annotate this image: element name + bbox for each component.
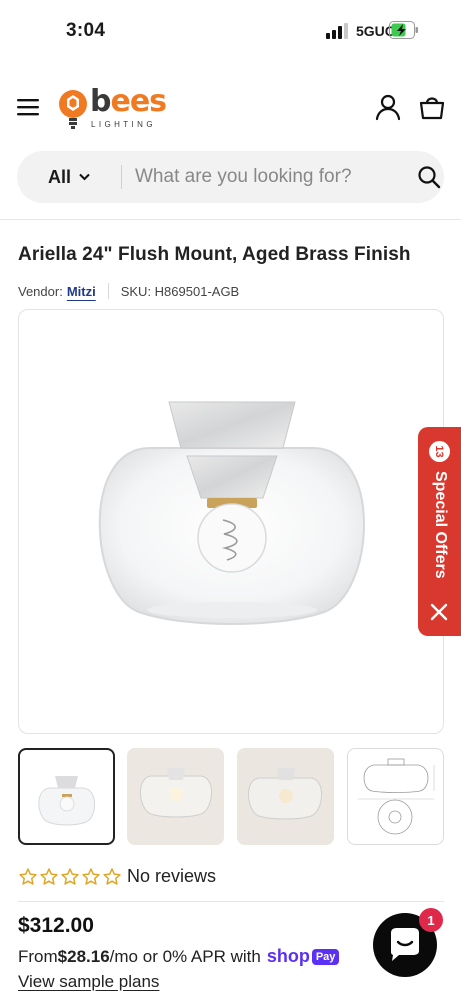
thumbnail-room-image — [127, 748, 224, 845]
installment-prefix: From — [18, 946, 58, 966]
signal-icon — [326, 23, 348, 39]
logo-wordmark: bees — [90, 84, 167, 119]
star-icon — [82, 867, 100, 885]
search-bar: All — [17, 151, 444, 203]
product-price: $312.00 — [18, 914, 94, 937]
offers-count-badge: 13 — [429, 441, 450, 462]
bag-icon[interactable] — [418, 93, 446, 121]
divider — [0, 219, 461, 220]
sku-text: SKU: H869501-AGB — [120, 283, 240, 299]
installment-amount: $28.16 — [57, 946, 110, 966]
star-icon — [40, 867, 58, 885]
thumbnail-3[interactable] — [237, 748, 334, 845]
divider — [18, 901, 444, 902]
chat-notification-badge: 1 — [419, 908, 443, 932]
offers-label: Special Offers — [432, 471, 449, 579]
installments-text: From $28.16 /mo or 0% APR with shop Pay — [18, 946, 340, 967]
view-sample-plans-link[interactable]: View sample plans — [18, 972, 159, 992]
thumbnail-lamp-image — [38, 776, 96, 826]
logo-tagline: LIGHTING — [91, 120, 156, 129]
meta-separator — [107, 283, 109, 299]
site-header: bees LIGHTING — [0, 78, 461, 138]
product-meta: Vendor: Mitzi SKU: H869501-AGB — [18, 283, 239, 299]
star-icon — [103, 867, 121, 885]
product-title: Ariella 24" Flush Mount, Aged Brass Fini… — [18, 244, 411, 265]
star-icon — [61, 867, 79, 885]
bees-lighting-logo[interactable]: bees LIGHTING — [56, 84, 167, 134]
shoppay-word: shop — [266, 946, 310, 966]
battery-icon — [389, 21, 418, 39]
thumbnail-dimension-drawing — [358, 758, 435, 835]
thumbnail-4[interactable] — [347, 748, 444, 845]
thumbnail-1[interactable] — [18, 748, 115, 845]
star-icon — [19, 867, 37, 885]
thumbnail-2[interactable] — [127, 748, 224, 845]
search-input[interactable] — [135, 151, 395, 203]
search-icon[interactable] — [417, 165, 441, 189]
vendor-label: Vendor: — [18, 283, 63, 299]
account-icon[interactable] — [374, 93, 402, 121]
search-category-label: All — [47, 166, 71, 187]
search-divider — [121, 165, 122, 189]
shoppay-pay-badge: Pay — [311, 948, 340, 965]
product-main-image[interactable] — [18, 309, 444, 734]
star-rating — [18, 867, 122, 887]
special-offers-tab[interactable]: 13 Special Offers — [418, 427, 461, 636]
reviews-text: No reviews — [127, 866, 217, 886]
menu-icon[interactable] — [16, 95, 42, 119]
pendant-lamp-image — [98, 401, 365, 625]
vendor-link[interactable]: Mitzi — [67, 284, 96, 299]
status-bar: 3:04 5GUC — [0, 0, 461, 62]
search-category-select[interactable]: All — [17, 151, 121, 203]
thumbnail-room-image — [237, 748, 334, 845]
status-time: 3:04 — [66, 20, 106, 41]
chevron-down-icon — [79, 173, 90, 181]
bee-hive-icon — [59, 90, 87, 129]
shoppay-logo: shop Pay — [267, 946, 340, 967]
reviews-summary[interactable]: No reviews — [18, 866, 216, 887]
installment-suffix: /mo or 0% APR with — [109, 946, 261, 966]
close-icon[interactable] — [430, 603, 448, 621]
